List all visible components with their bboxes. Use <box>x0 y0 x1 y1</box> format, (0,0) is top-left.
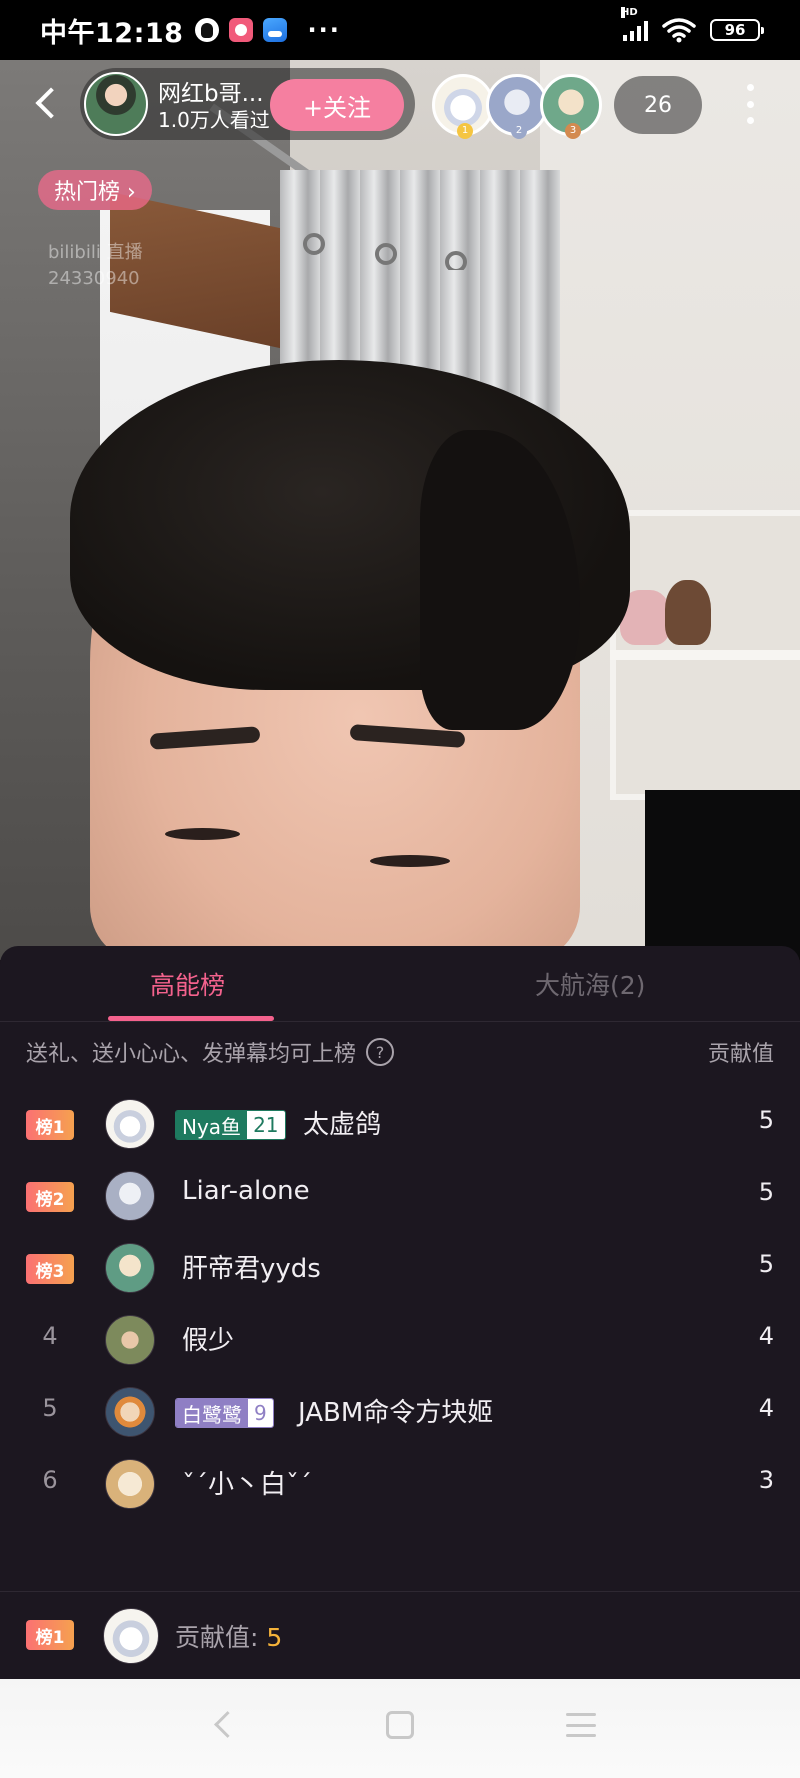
nav-back-icon[interactable] <box>210 1711 236 1737</box>
fan-medal-level: 9 <box>248 1399 273 1427</box>
my-contribution-label: 贡献值: <box>175 1623 267 1652</box>
rank-badge: 榜1 <box>26 1110 74 1140</box>
app-blue-icon <box>263 18 288 42</box>
fan-medal: Nya鱼 21 <box>175 1110 286 1140</box>
rank-sheet: 高能榜 大航海(2) 送礼、送小心心、发弹幕均可上榜 ? 贡献值 榜1 Nya鱼… <box>0 946 800 1679</box>
viewer-rank-badge: 3 <box>565 123 581 139</box>
fan-medal: 白鹭鹭 9 <box>175 1398 274 1428</box>
contribution-score: 4 <box>758 1322 774 1350</box>
follow-button[interactable]: +关注 <box>270 79 404 131</box>
more-options-icon[interactable] <box>740 84 760 124</box>
status-bar: 中午12:18 ··· HD 96 <box>0 0 800 60</box>
top-viewer-avatar-1[interactable]: 1 <box>432 74 494 139</box>
contribution-score: 3 <box>758 1466 774 1494</box>
contribution-score: 5 <box>758 1178 774 1206</box>
help-icon[interactable]: ? <box>366 1038 395 1066</box>
viewer-rank-badge: 1 <box>457 123 473 139</box>
rank-number: 6 <box>42 1466 58 1494</box>
user-name: JABM命令方块姬 <box>298 1398 494 1428</box>
online-count[interactable]: 26 <box>614 76 702 134</box>
watermark-brand: bilibili 直播 <box>48 242 143 263</box>
network-badge: HD <box>621 7 638 18</box>
my-avatar[interactable] <box>103 1608 159 1664</box>
rank-badge: 榜1 <box>26 1620 74 1650</box>
battery-level: 96 <box>724 21 746 39</box>
watermark-room-id: 24330940 <box>48 268 140 289</box>
user-name: 太虚鸽 <box>303 1110 382 1140</box>
active-tab-indicator <box>108 1016 274 1021</box>
rank-hint-text: 送礼、送小心心、发弹幕均可上榜 <box>26 1042 357 1067</box>
rank-tabs: 高能榜 大航海(2) <box>0 946 800 1022</box>
host-view-count: 1.0万人看过 <box>158 108 270 132</box>
rank-badge: 榜3 <box>26 1254 74 1284</box>
nav-menu-icon[interactable] <box>566 1713 596 1737</box>
my-contribution-value: 5 <box>266 1623 283 1652</box>
user-name: 假少 <box>182 1326 235 1356</box>
avatar[interactable] <box>105 1171 155 1221</box>
viewer-rank-badge: 2 <box>511 123 527 139</box>
contribution-score: 5 <box>758 1250 774 1278</box>
rank-number: 5 <box>42 1394 58 1422</box>
host-avatar[interactable] <box>84 72 148 136</box>
rank-row[interactable]: 榜1 Nya鱼 21 太虚鸽 5 <box>0 1088 800 1160</box>
hot-rank-tag[interactable]: 热门榜 › <box>38 170 152 210</box>
rank-row[interactable]: 5 白鹭鹭 9 JABM命令方块姬 4 <box>0 1376 800 1448</box>
wifi-icon <box>662 18 696 43</box>
room-watermark: bilibili 直播 24330940 <box>48 240 143 292</box>
qq-icon <box>195 18 220 42</box>
top-viewer-avatar-3[interactable]: 3 <box>540 74 602 139</box>
user-name: ˇˊ小丶白ˇˊ <box>182 1470 313 1500</box>
rank-row[interactable]: 6 ˇˊ小丶白ˇˊ 3 <box>0 1448 800 1520</box>
host-name: 网红b哥... <box>158 81 264 107</box>
status-app-icons: ··· <box>195 16 340 44</box>
fan-medal-name: 白鹭鹭 <box>176 1399 248 1427</box>
rank-row[interactable]: 榜2 Liar-alone 5 <box>0 1160 800 1232</box>
top-viewer-avatar-2[interactable]: 2 <box>486 74 548 139</box>
back-button[interactable] <box>28 86 64 122</box>
tab-high-energy[interactable]: 高能榜 <box>150 966 225 1002</box>
rank-badge: 榜2 <box>26 1182 74 1212</box>
avatar[interactable] <box>105 1243 155 1293</box>
status-time: 中午12:18 <box>40 17 184 49</box>
user-name: 肝帝君yyds <box>182 1254 321 1284</box>
app-red-icon <box>229 18 254 42</box>
avatar[interactable] <box>105 1099 155 1149</box>
contribution-score: 4 <box>758 1394 774 1422</box>
fan-medal-name: Nya鱼 <box>176 1111 248 1139</box>
contribution-header: 贡献值 <box>707 1042 774 1067</box>
user-name: Liar-alone <box>182 1176 310 1206</box>
status-indicators: HD 96 <box>621 0 764 60</box>
status-more-icon: ··· <box>307 16 341 44</box>
rank-number: 4 <box>42 1322 58 1350</box>
avatar[interactable] <box>105 1459 155 1509</box>
rank-hint: 送礼、送小心心、发弹幕均可上榜 ? <box>26 1036 395 1068</box>
tab-guard[interactable]: 大航海(2) <box>535 966 645 1002</box>
signal-icon: HD <box>621 7 648 41</box>
rank-row[interactable]: 4 假少 4 <box>0 1304 800 1376</box>
my-contribution: 贡献值: 5 <box>175 1618 282 1654</box>
system-nav-bar <box>0 1679 800 1778</box>
fan-medal-level: 21 <box>247 1111 285 1139</box>
avatar[interactable] <box>105 1315 155 1365</box>
battery-icon: 96 <box>710 19 764 41</box>
nav-home-icon[interactable] <box>386 1711 414 1739</box>
rank-row[interactable]: 榜3 肝帝君yyds 5 <box>0 1232 800 1304</box>
contribution-score: 5 <box>758 1106 774 1134</box>
my-rank-footer: 榜1 贡献值: 5 <box>0 1591 800 1679</box>
avatar[interactable] <box>105 1387 155 1437</box>
